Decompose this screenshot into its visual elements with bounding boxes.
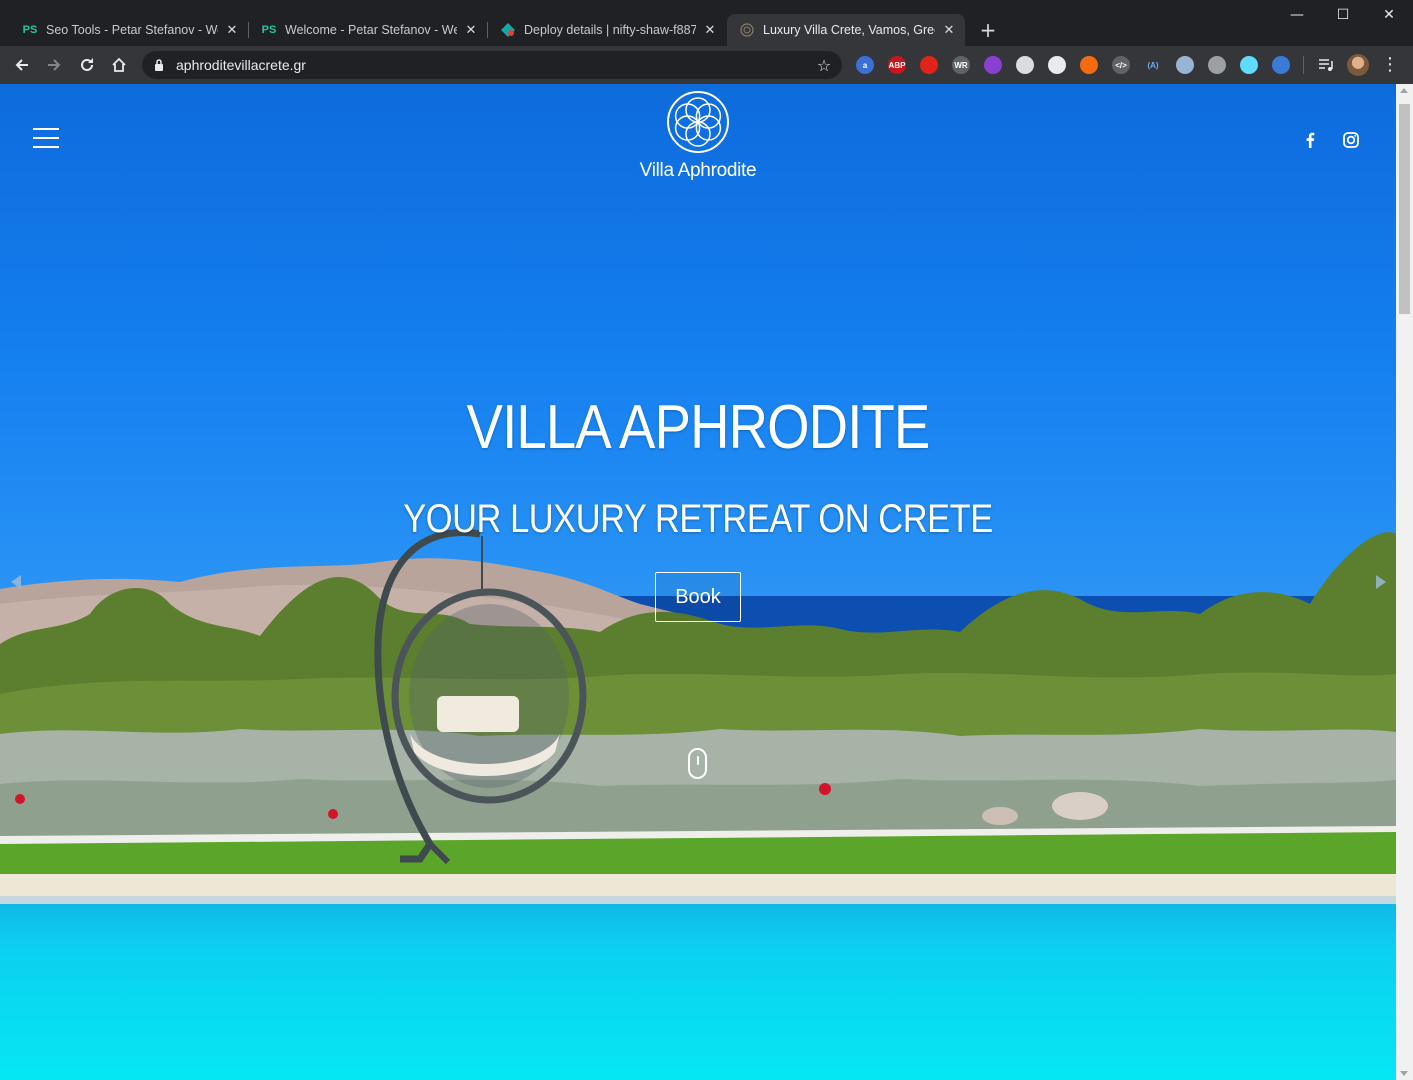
hero-title: VILLA APHRODITE bbox=[466, 393, 931, 462]
hero-subtitle: YOUR LUXURY RETREAT ON CRETE bbox=[403, 497, 993, 541]
browser-chrome: PS Seo Tools - Petar Stefanov - Web ✕ PS… bbox=[0, 0, 1413, 84]
browser-menu-button[interactable]: ⋮ bbox=[1381, 53, 1399, 77]
carousel-next-button[interactable] bbox=[1374, 574, 1388, 590]
close-icon[interactable]: ✕ bbox=[224, 22, 240, 38]
minimize-button[interactable]: — bbox=[1274, 4, 1320, 26]
site-logo[interactable]: Villa Aphrodite bbox=[636, 90, 760, 182]
tab-seo-tools[interactable]: PS Seo Tools - Petar Stefanov - Web ✕ bbox=[10, 14, 248, 46]
a-icon[interactable]: a bbox=[856, 56, 874, 74]
react-icon[interactable] bbox=[1240, 56, 1258, 74]
new-tab-button[interactable]: + bbox=[976, 18, 1000, 42]
instagram-link[interactable] bbox=[1341, 130, 1361, 150]
home-icon bbox=[112, 57, 126, 72]
scrollbar-thumb[interactable] bbox=[1399, 104, 1410, 314]
facebook-icon bbox=[1306, 132, 1315, 148]
playlist-icon bbox=[1319, 59, 1333, 71]
logo-text: Villa Aphrodite bbox=[639, 160, 757, 181]
close-icon[interactable]: ✕ bbox=[463, 22, 479, 38]
extension-label: a bbox=[862, 60, 868, 70]
url-text[interactable]: aphroditevillacrete.gr bbox=[176, 57, 812, 73]
code-icon[interactable]: </> bbox=[1112, 56, 1130, 74]
scroll-down-mouse-icon[interactable] bbox=[688, 748, 707, 779]
page-scrollbar[interactable] bbox=[1396, 84, 1413, 1080]
c-icon[interactable] bbox=[1048, 56, 1066, 74]
maximize-button[interactable]: ☐ bbox=[1320, 4, 1366, 26]
toolbar-separator bbox=[1303, 56, 1304, 74]
blue-dot-icon[interactable] bbox=[1176, 56, 1194, 74]
chevron-right-icon bbox=[1376, 575, 1386, 589]
address-bar[interactable]: aphroditevillacrete.gr ☆ bbox=[142, 51, 842, 79]
flower-of-life-logo-icon bbox=[667, 91, 729, 153]
target-icon[interactable] bbox=[1208, 56, 1226, 74]
reload-icon bbox=[81, 58, 93, 71]
wr-icon[interactable]: WR bbox=[952, 56, 970, 74]
extension-label: ABP bbox=[888, 60, 906, 70]
triangle-icon[interactable] bbox=[1272, 56, 1290, 74]
purple-circle-icon[interactable] bbox=[984, 56, 1002, 74]
arrow-left-icon bbox=[15, 59, 28, 71]
back-button[interactable] bbox=[10, 53, 34, 77]
extension-label: </> bbox=[1115, 60, 1127, 70]
ps-favicon-icon: PS bbox=[22, 24, 38, 36]
tab-title: Luxury Villa Crete, Vamos, Greece bbox=[763, 23, 935, 37]
web-page: Villa Aphrodite VILLA APHRODITE YOUR LUX… bbox=[0, 84, 1396, 1080]
ps-favicon-icon: PS bbox=[261, 24, 277, 36]
browser-toolbar: aphroditevillacrete.gr ☆ a ABP WR </> (A) ⋮ bbox=[0, 46, 1413, 84]
tab-luxury-villa[interactable]: Luxury Villa Crete, Vamos, Greece ✕ bbox=[727, 14, 965, 46]
scroll-up-arrow-icon[interactable] bbox=[1400, 88, 1408, 93]
home-button[interactable] bbox=[107, 53, 131, 77]
book-button[interactable]: Book bbox=[655, 572, 741, 622]
bookmark-star-icon[interactable]: ☆ bbox=[812, 56, 836, 75]
extension-label: WR bbox=[954, 60, 968, 70]
pool-water bbox=[0, 904, 1396, 1080]
stop-hand-icon[interactable] bbox=[920, 56, 938, 74]
carousel-prev-button[interactable] bbox=[9, 574, 23, 590]
forward-button[interactable] bbox=[42, 53, 66, 77]
close-icon[interactable]: ✕ bbox=[702, 22, 718, 38]
tab-title: Welcome - Petar Stefanov - Web bbox=[285, 23, 457, 37]
window-close-button[interactable]: ✕ bbox=[1366, 4, 1412, 26]
netlify-icon bbox=[500, 22, 516, 38]
extension-label: (A) bbox=[1147, 60, 1159, 70]
folder-icon[interactable] bbox=[1016, 56, 1034, 74]
instagram-icon bbox=[1343, 132, 1359, 148]
pool-coping bbox=[0, 874, 1396, 896]
profile-avatar[interactable] bbox=[1347, 54, 1369, 76]
tab-strip: PS Seo Tools - Petar Stefanov - Web ✕ PS… bbox=[0, 0, 1413, 46]
tab-title: Seo Tools - Petar Stefanov - Web bbox=[46, 23, 218, 37]
tab-welcome[interactable]: PS Welcome - Petar Stefanov - Web ✕ bbox=[249, 14, 487, 46]
close-icon[interactable]: ✕ bbox=[941, 22, 957, 38]
adblock-plus-icon[interactable]: ABP bbox=[888, 56, 906, 74]
arrow-right-icon bbox=[48, 59, 61, 71]
tab-title: Deploy details | nifty-shaw-f8879 bbox=[524, 23, 696, 37]
lock-icon bbox=[152, 58, 166, 72]
menu-hamburger-icon[interactable] bbox=[33, 128, 59, 150]
tab-deploy-details[interactable]: Deploy details | nifty-shaw-f8879 ✕ bbox=[488, 14, 726, 46]
media-controls-button[interactable] bbox=[1314, 53, 1338, 77]
lifebuoy-icon[interactable] bbox=[1080, 56, 1098, 74]
facebook-link[interactable] bbox=[1300, 130, 1320, 150]
reload-button[interactable] bbox=[75, 53, 99, 77]
villa-logo-icon bbox=[739, 22, 755, 38]
scroll-down-arrow-icon[interactable] bbox=[1400, 1071, 1408, 1076]
brackets-a-icon[interactable]: (A) bbox=[1144, 56, 1162, 74]
chevron-left-icon bbox=[11, 575, 21, 589]
